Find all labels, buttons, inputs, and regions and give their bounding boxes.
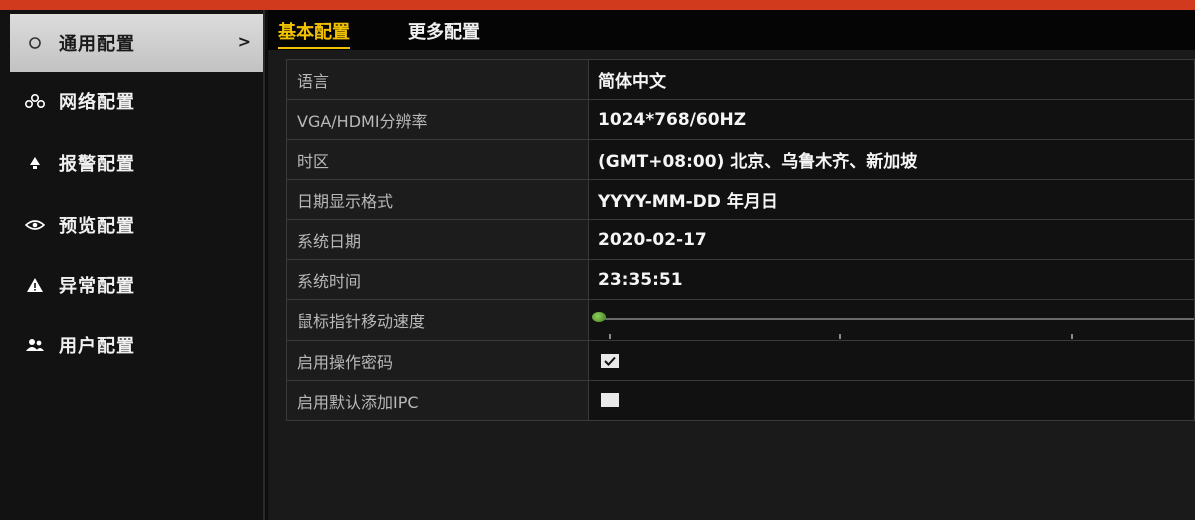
- sidebar-item-exception[interactable]: 异常配置: [10, 256, 263, 314]
- table-row: 系统日期 2020-02-17: [286, 219, 1195, 260]
- operation-password-checkbox[interactable]: [601, 353, 619, 368]
- setting-label-operation-password: 启用操作密码: [286, 340, 589, 381]
- tab-more-config[interactable]: 更多配置: [408, 18, 480, 44]
- system-time-field[interactable]: 23:35:51: [588, 259, 1195, 300]
- tab-bar: 基本配置 更多配置: [268, 10, 1195, 50]
- sidebar-item-label: 报警配置: [59, 154, 135, 175]
- table-row: 时区 (GMT+08:00) 北京、乌鲁木齐、新加坡: [286, 139, 1195, 180]
- users-icon: [25, 335, 45, 355]
- table-row: 日期显示格式 YYYY-MM-DD 年月日: [286, 179, 1195, 220]
- timezone-select[interactable]: (GMT+08:00) 北京、乌鲁木齐、新加坡: [588, 139, 1195, 180]
- slider-handle[interactable]: [592, 312, 606, 322]
- slider-tick: [609, 334, 611, 339]
- setting-label-date-format: 日期显示格式: [286, 179, 589, 220]
- chevron-right-icon: >: [237, 32, 251, 51]
- language-select[interactable]: 简体中文: [588, 59, 1195, 100]
- setting-label-language: 语言: [286, 59, 589, 100]
- settings-table: 语言 简体中文 VGA/HDMI分辨率 1024*768/60HZ 时区 (GM…: [286, 59, 1195, 421]
- table-row: 系统时间 23:35:51: [286, 259, 1195, 300]
- circle-icon: [25, 33, 45, 53]
- date-format-select[interactable]: YYYY-MM-DD 年月日: [588, 179, 1195, 220]
- settings-panel: 语言 简体中文 VGA/HDMI分辨率 1024*768/60HZ 时区 (GM…: [268, 50, 1195, 520]
- sidebar-item-label: 用户配置: [59, 336, 135, 357]
- eye-icon: [25, 215, 45, 235]
- resolution-select[interactable]: 1024*768/60HZ: [588, 99, 1195, 140]
- slider-tick: [1071, 334, 1073, 339]
- setting-label-auto-add-ipc: 启用默认添加IPC: [286, 380, 589, 421]
- sidebar-item-label: 通用配置: [59, 34, 135, 55]
- mouse-speed-cell: [588, 299, 1195, 341]
- table-row: 启用默认添加IPC: [286, 380, 1195, 421]
- setting-label-resolution: VGA/HDMI分辨率: [286, 99, 589, 140]
- sidebar-item-label: 异常配置: [59, 276, 135, 297]
- table-row: 启用操作密码: [286, 340, 1195, 381]
- sidebar: 通用配置 > 网络配置 报警配置 预览配置 异常配置 用户配置: [0, 10, 265, 520]
- warning-icon: [25, 275, 45, 295]
- check-icon: [604, 356, 616, 366]
- auto-add-ipc-cell: [588, 380, 1195, 421]
- sidebar-item-network[interactable]: 网络配置: [10, 72, 263, 130]
- network-icon: [25, 91, 45, 111]
- setting-label-mouse-speed: 鼠标指针移动速度: [286, 299, 589, 341]
- sidebar-item-label: 网络配置: [59, 92, 135, 113]
- operation-password-cell: [588, 340, 1195, 381]
- alarm-icon: [25, 153, 45, 173]
- table-row: 语言 简体中文: [286, 59, 1195, 100]
- setting-label-system-time: 系统时间: [286, 259, 589, 300]
- slider-tick: [839, 334, 841, 339]
- tab-basic-config[interactable]: 基本配置: [278, 18, 350, 49]
- system-date-field[interactable]: 2020-02-17: [588, 219, 1195, 260]
- top-accent-bar: [0, 0, 1195, 10]
- table-row: 鼠标指针移动速度: [286, 299, 1195, 341]
- sidebar-item-preview[interactable]: 预览配置: [10, 196, 263, 254]
- mouse-speed-slider[interactable]: [589, 300, 1194, 340]
- sidebar-item-general[interactable]: 通用配置 >: [10, 14, 263, 72]
- sidebar-item-user[interactable]: 用户配置: [10, 316, 263, 374]
- setting-label-system-date: 系统日期: [286, 219, 589, 260]
- auto-add-ipc-checkbox[interactable]: [601, 392, 619, 407]
- sidebar-item-label: 预览配置: [59, 216, 135, 237]
- sidebar-item-alarm[interactable]: 报警配置: [10, 134, 263, 192]
- table-row: VGA/HDMI分辨率 1024*768/60HZ: [286, 99, 1195, 140]
- setting-label-timezone: 时区: [286, 139, 589, 180]
- slider-track: [599, 318, 1194, 320]
